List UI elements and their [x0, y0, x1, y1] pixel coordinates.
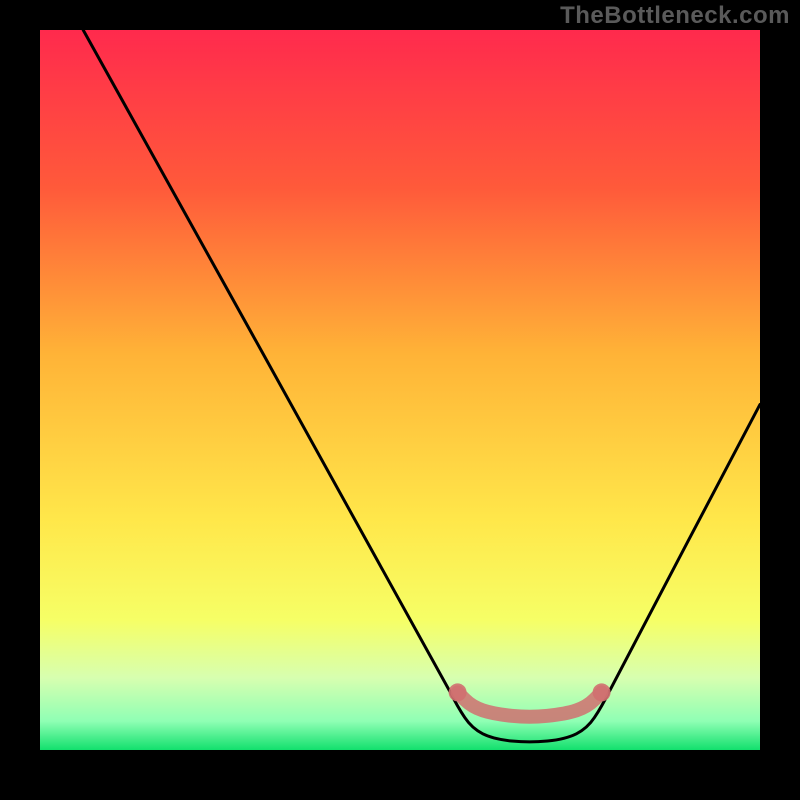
plot-area: [40, 30, 760, 750]
gradient-bg: [40, 30, 760, 750]
flat-band-endpoint: [449, 683, 467, 701]
chart-frame: TheBottleneck.com: [0, 0, 800, 800]
watermark-text: TheBottleneck.com: [560, 2, 790, 30]
flat-band-endpoint: [593, 683, 611, 701]
chart-svg: [40, 30, 760, 750]
